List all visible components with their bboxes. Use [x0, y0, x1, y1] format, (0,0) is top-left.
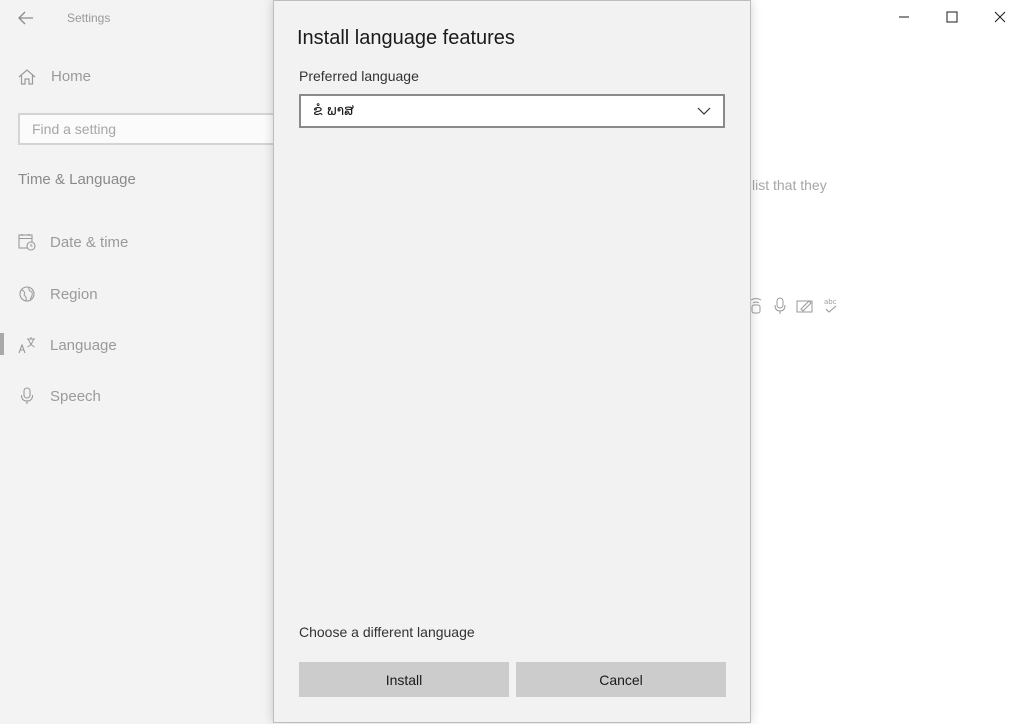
preferred-language-label: Preferred language — [299, 68, 419, 84]
svg-text:abc: abc — [824, 298, 837, 306]
close-icon — [994, 11, 1006, 23]
settings-window: Settings Home Time & Language Date & tim… — [0, 0, 1024, 724]
calendar-clock-icon — [18, 233, 36, 251]
language-feature-icons: abc — [748, 297, 840, 315]
sidebar: Settings Home Time & Language Date & tim… — [0, 0, 280, 724]
install-language-dialog: Install language features Preferred lang… — [273, 0, 751, 723]
search-input[interactable] — [20, 115, 272, 143]
minimize-icon — [898, 11, 910, 23]
nav-home[interactable]: Home — [18, 68, 91, 85]
section-title: Time & Language — [18, 171, 136, 188]
sidebar-item-region[interactable]: Region — [18, 282, 98, 306]
sidebar-item-language[interactable]: Language — [18, 333, 117, 357]
sidebar-item-label: Language — [50, 336, 117, 354]
cancel-button[interactable]: Cancel — [516, 662, 726, 697]
handwriting-icon — [796, 297, 814, 315]
selected-language-value: ຂໍ ພາສ — [313, 103, 355, 119]
minimize-button[interactable] — [880, 0, 928, 34]
microphone-icon — [772, 297, 788, 315]
sidebar-item-label: Date & time — [50, 233, 129, 251]
sidebar-item-date-time[interactable]: Date & time — [18, 230, 128, 254]
search-box — [18, 113, 280, 145]
preferred-language-dropdown[interactable]: ຂໍ ພາສ — [299, 94, 725, 128]
sidebar-item-label: Region — [50, 285, 98, 303]
back-arrow-icon[interactable] — [14, 6, 38, 30]
window-controls — [880, 0, 1024, 34]
dialog-title: Install language features — [297, 27, 515, 49]
app-title: Settings — [67, 11, 111, 25]
globe-icon — [18, 285, 36, 303]
install-button[interactable]: Install — [299, 662, 509, 697]
maximize-icon — [946, 11, 958, 23]
nav-home-label: Home — [51, 68, 92, 85]
chevron-down-icon — [689, 107, 723, 115]
sidebar-item-speech[interactable]: Speech — [18, 384, 101, 408]
maximize-button[interactable] — [928, 0, 976, 34]
active-indicator — [0, 333, 4, 355]
close-button[interactable] — [976, 0, 1024, 34]
home-icon — [18, 68, 36, 85]
language-icon — [18, 336, 36, 354]
sidebar-item-label: Speech — [50, 387, 101, 405]
choose-different-language-link[interactable]: Choose a different language — [299, 624, 475, 640]
spellcheck-icon: abc — [822, 297, 840, 315]
microphone-icon — [18, 387, 36, 405]
background-description-text: list that they — [752, 177, 827, 193]
